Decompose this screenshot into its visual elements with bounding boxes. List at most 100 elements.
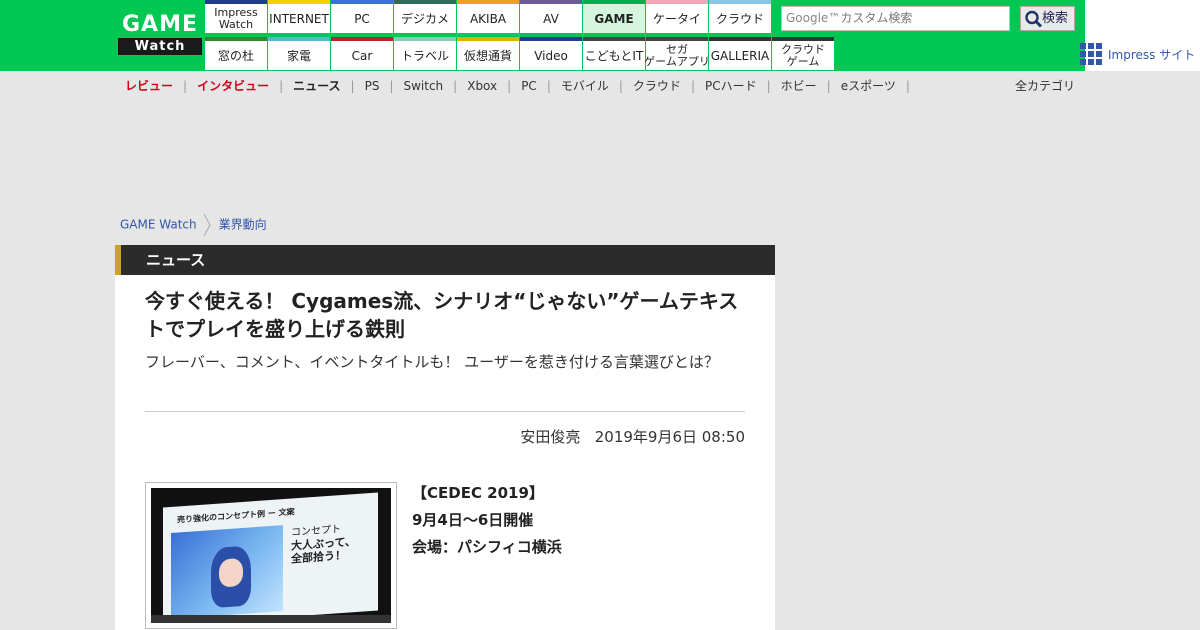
article-divider — [145, 411, 745, 412]
nav-item-label: AV — [543, 11, 559, 26]
breadcrumb-home[interactable]: GAME Watch — [120, 218, 197, 232]
breadcrumb: GAME Watch 業界動向 — [120, 213, 267, 237]
all-categories-link[interactable]: 全カテゴリ — [1015, 78, 1075, 94]
nav-row2-item-8[interactable]: GALLERIA — [709, 37, 771, 70]
subnav-separator: | — [826, 79, 831, 93]
subnav-separator: | — [690, 79, 695, 93]
impress-site-label: Impress サイト — [1108, 48, 1196, 62]
nav-row1-item-0[interactable]: Impress Watch — [205, 0, 267, 33]
nav-item-label: 家電 — [286, 48, 311, 63]
nav-row2-item-4[interactable]: 仮想通貨 — [457, 37, 519, 70]
search-input[interactable]: Google™カスタム検索 — [781, 6, 1010, 31]
nav-row1-item-5[interactable]: AV — [520, 0, 582, 33]
subnav-item-4[interactable]: Switch — [403, 79, 443, 93]
subnav-separator: | — [279, 79, 284, 93]
nav-item-label: 仮想通貨 — [463, 48, 512, 63]
slide-heading: 売り強化のコンセプト例 ー 文案 — [177, 507, 295, 525]
nav-item-label: AKIBA — [469, 11, 507, 26]
subnav-item-11[interactable]: eスポーツ — [841, 79, 896, 93]
nav-item-label: INTERNET — [269, 11, 329, 26]
subnav-separator: | — [766, 79, 771, 93]
nav-item-label: Car — [351, 48, 373, 63]
nav-row1-item-8[interactable]: クラウド — [709, 0, 771, 33]
site-nav-grid: Impress Watch INTERNET PC デジカメ AKIBA AV GAME ケー… — [205, 0, 835, 71]
google-label: Google™ — [786, 11, 841, 25]
slide-character-art — [171, 525, 283, 619]
nav-row1-item-7[interactable]: ケータイ — [646, 0, 708, 33]
nav-item-label: クラウド ゲーム — [781, 42, 825, 68]
subnav-item-7[interactable]: モバイル — [561, 79, 609, 93]
section-header: ニュース — [115, 245, 775, 275]
nav-row1-item-2[interactable]: PC — [331, 0, 393, 33]
header-inner: GAME Watch Impress Watch INTERNET PC デジカメ AK… — [115, 0, 1195, 71]
search-placeholder: カスタム検索 — [840, 11, 913, 25]
nav-item-label: Impress Watch — [214, 5, 258, 31]
event-venue: 会場：パシフィコ横浜 — [412, 538, 562, 556]
nav-row1-item-3[interactable]: デジカメ — [394, 0, 456, 33]
nav-item-label: GALLERIA — [710, 48, 770, 63]
nav-row2-item-1[interactable]: 家電 — [268, 37, 330, 70]
nav-row1-item-1[interactable]: INTERNET — [268, 0, 330, 33]
search-icon — [1025, 10, 1043, 28]
article-subtitle: フレーバー、コメント、イベントタイトルも！ ユーザーを惹き付ける言葉選びとは？ — [145, 353, 719, 371]
logo-watch-text: Watch — [118, 38, 202, 55]
subnav-item-3[interactable]: PS — [365, 79, 380, 93]
nav-row2-item-2[interactable]: Car — [331, 37, 393, 70]
nav-item-label: クラウド — [715, 11, 764, 26]
subnav-separator: | — [507, 79, 512, 93]
nav-item-label: PC — [354, 11, 370, 26]
subnav-item-5[interactable]: Xbox — [467, 79, 497, 93]
nav-row2-item-0[interactable]: 窓の杜 — [205, 37, 267, 70]
event-info: 【CEDEC 2019】 9月4日～6日開催 会場：パシフィコ横浜 — [412, 480, 562, 561]
search-button[interactable]: 検索 — [1020, 6, 1075, 31]
article-byline: 安田俊亮 2019年9月6日 08:50 — [520, 427, 745, 447]
nav-row2-item-3[interactable]: トラベル — [394, 37, 456, 70]
subnav-item-8[interactable]: クラウド — [633, 79, 681, 93]
breadcrumb-category[interactable]: 業界動向 — [219, 218, 267, 232]
nav-row2-item-5[interactable]: Video — [520, 37, 582, 70]
article-body: 今すぐ使える！ Cygames流、シナリオ“じゃない”ゲームテキストでプレイを盛… — [115, 275, 775, 630]
subnav-item-6[interactable]: PC — [521, 79, 537, 93]
nav-item-label: Video — [534, 48, 568, 63]
subnav-item-9[interactable]: PCハード — [705, 79, 757, 93]
subnav-item-2[interactable]: ニュース — [293, 79, 340, 93]
subnav-item-0[interactable]: レビュー — [125, 79, 173, 93]
breadcrumb-chevron-icon — [203, 213, 211, 237]
event-name[interactable]: 【CEDEC 2019】 — [412, 480, 562, 507]
subnav-separator: | — [183, 79, 188, 93]
nav-row1-item-4[interactable]: AKIBA — [457, 0, 519, 33]
subnav-item-10[interactable]: ホビー — [781, 79, 817, 93]
event-dates: 9月4日～6日開催 — [412, 511, 534, 529]
nav-row1-item-6[interactable]: GAME — [583, 0, 645, 33]
nav-row2-item-7[interactable]: セガ ゲームアプリ — [644, 37, 710, 70]
nav-item-label: セガ ゲームアプリ — [644, 42, 710, 68]
nav-row2-item-9[interactable]: クラウド ゲーム — [772, 37, 834, 70]
nav-item-label: ケータイ — [652, 11, 701, 26]
nav-item-label: トラベル — [400, 48, 449, 63]
nav-item-label: GAME — [594, 11, 634, 26]
slide-concept-text: コンセプト 大人ぶって、 全部拾う！ — [291, 524, 356, 566]
logo-game-text: GAME — [121, 12, 198, 37]
subnav-item-1[interactable]: インタビュー — [197, 79, 269, 93]
game-watch-logo[interactable]: GAME Watch — [118, 13, 202, 57]
subnav-separator: | — [350, 79, 355, 93]
subnav-separator: | — [389, 79, 394, 93]
category-subnav: レビュー | インタビュー | ニュース | PS | Switch | Xbox | PC | モバイル |… — [125, 78, 920, 94]
nav-item-label: 窓の杜 — [217, 48, 254, 63]
article-title: 今すぐ使える！ Cygames流、シナリオ“じゃない”ゲームテキストでプレイを盛… — [145, 289, 739, 341]
grid-icon — [1080, 43, 1102, 65]
nav-item-label: デジカメ — [400, 11, 449, 26]
subnav-separator: | — [546, 79, 551, 93]
subnav-separator: | — [618, 79, 623, 93]
presentation-slide-image: 売り強化のコンセプト例 ー 文案 コンセプト 大人ぶって、 全部拾う！ — [151, 488, 391, 623]
slide-screen: 売り強化のコンセプト例 ー 文案 コンセプト 大人ぶって、 全部拾う！ — [163, 492, 378, 623]
section-title: ニュース — [146, 251, 206, 269]
subnav-separator: | — [453, 79, 458, 93]
impress-site-link[interactable]: Impress サイト — [1080, 43, 1200, 65]
article-photo[interactable]: 売り強化のコンセプト例 ー 文案 コンセプト 大人ぶって、 全部拾う！ — [145, 482, 397, 629]
nav-item-label: こどもとIT — [584, 48, 644, 63]
nav-row2-item-6[interactable]: こどもとIT — [583, 37, 645, 70]
article-date: 2019年9月6日 08:50 — [594, 428, 745, 446]
article-author[interactable]: 安田俊亮 — [520, 428, 580, 446]
subnav-separator: | — [905, 79, 910, 93]
